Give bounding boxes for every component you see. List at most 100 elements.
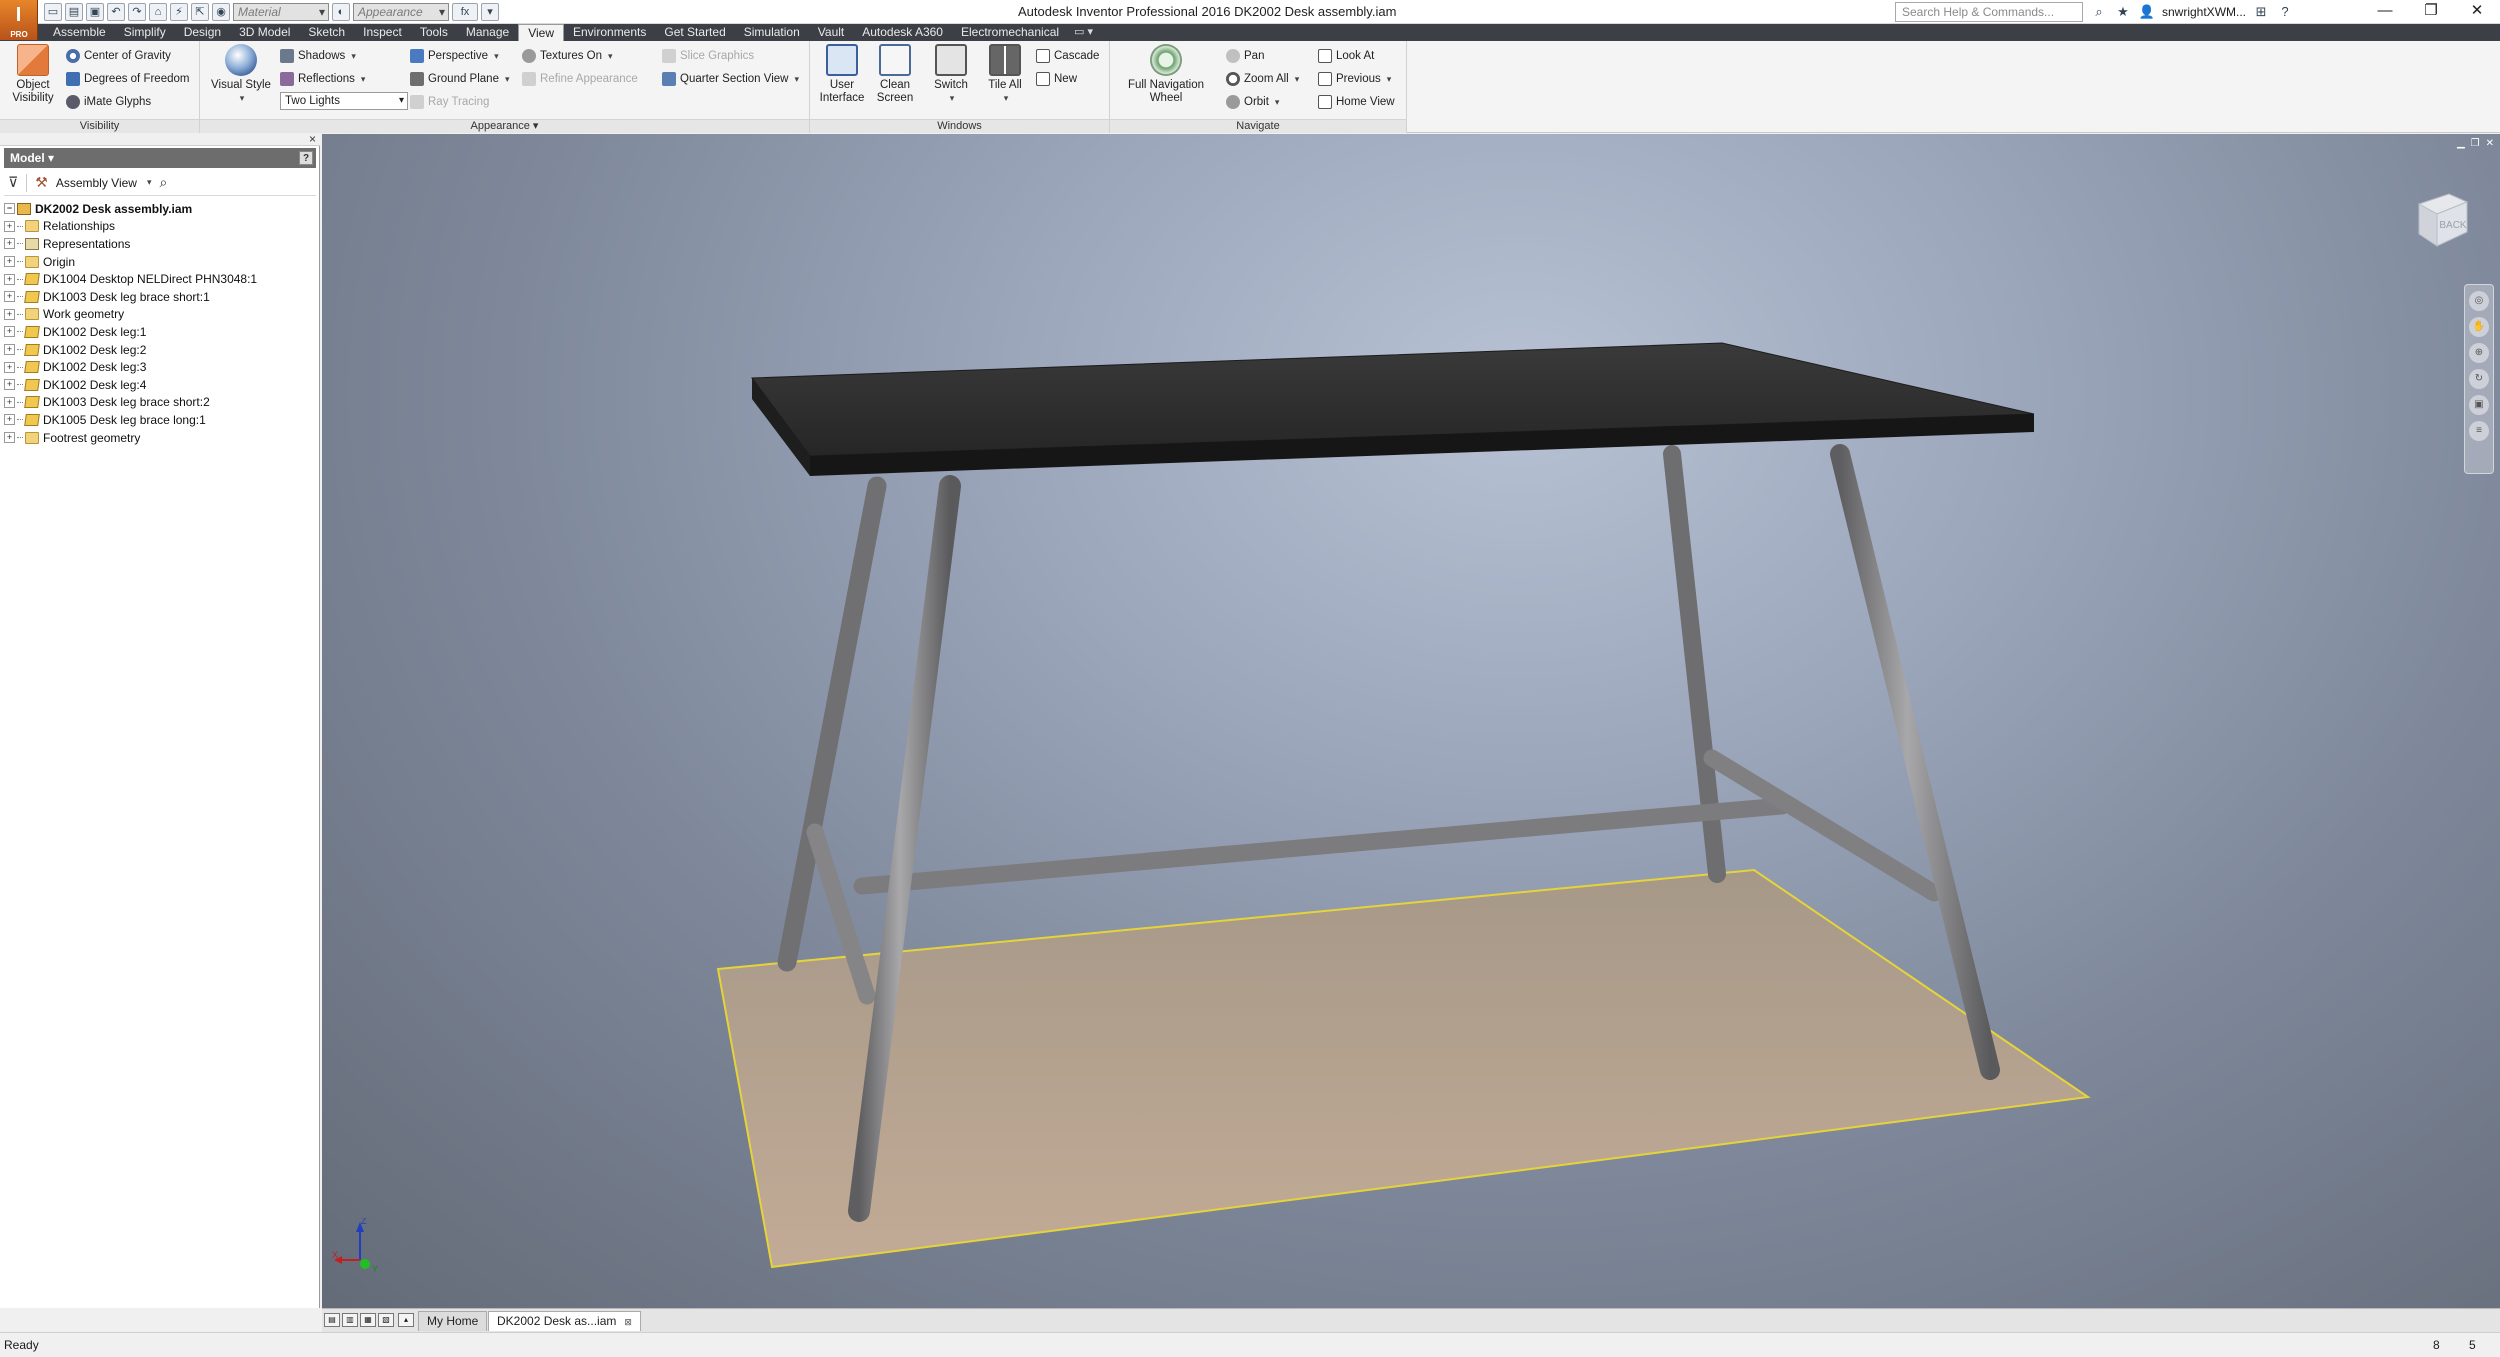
tab-tools[interactable]: Tools — [411, 24, 457, 41]
tree-item[interactable]: + Footrest geometry — [4, 429, 316, 447]
viewport-close-icon[interactable]: ✕ — [2486, 138, 2494, 149]
zoom-nav-icon[interactable]: ⊕ — [2469, 343, 2489, 363]
parameters-button[interactable]: fx — [452, 3, 478, 21]
expand-icon[interactable]: + — [4, 220, 15, 232]
pan-button[interactable]: Pan — [1226, 47, 1264, 65]
slice-graphics-button[interactable]: Slice Graphics — [662, 47, 754, 65]
expand-icon[interactable]: + — [4, 379, 15, 391]
cascade-button[interactable]: Cascade — [1036, 47, 1099, 65]
minimize-button[interactable]: — — [2362, 0, 2408, 24]
tab-view[interactable]: View — [518, 24, 564, 41]
home-icon[interactable]: ⌂ — [149, 3, 167, 21]
assembly-view-dropdown-icon[interactable]: ▾ — [147, 177, 152, 188]
assembly-view-combo[interactable]: Assembly View — [56, 176, 137, 190]
graphics-viewport[interactable]: ▁ ❐ ✕ BACK ◎ ✋ ⊕ ↻ ▣ ≡ Z X Y — [322, 134, 2500, 1308]
viewport-restore-icon[interactable]: ❐ — [2471, 138, 2480, 149]
restore-button[interactable]: ❐ — [2408, 0, 2454, 24]
desk-assembly-scene[interactable] — [322, 134, 2500, 1308]
orbit-button[interactable]: Orbit ▾ — [1226, 93, 1279, 111]
ribbon-display-options[interactable]: ▭ ▾ — [1068, 24, 1099, 41]
ray-tracing-button[interactable]: Ray Tracing — [410, 93, 489, 111]
ground-plane-button[interactable]: Ground Plane ▾ — [410, 70, 510, 88]
document-tab-close-icon[interactable]: ⊠ — [624, 1317, 632, 1327]
refine-appearance-button[interactable]: Refine Appearance — [522, 70, 638, 88]
viewcube[interactable]: BACK — [2409, 188, 2471, 250]
new-window-button[interactable]: New — [1036, 70, 1077, 88]
user-name[interactable]: snwrightXWM... — [2162, 5, 2246, 19]
previous-view-button[interactable]: Previous ▾ — [1318, 70, 1391, 88]
redo-icon[interactable]: ↷ — [128, 3, 146, 21]
viewport-minimize-icon[interactable]: ▁ — [2457, 138, 2465, 149]
zoom-all-button[interactable]: Zoom All ▾ — [1226, 70, 1299, 88]
tab-sketch[interactable]: Sketch — [299, 24, 354, 41]
cascade-windows-icon[interactable]: ▦ — [360, 1313, 376, 1327]
new-file-icon[interactable]: ▭ — [44, 3, 62, 21]
help-icon[interactable]: ? — [2276, 3, 2294, 21]
browser-grip[interactable]: × — [0, 132, 320, 146]
shadows-button[interactable]: Shadows ▾ — [280, 47, 356, 65]
expand-icon[interactable]: + — [4, 432, 15, 444]
expand-icon[interactable]: + — [4, 414, 15, 426]
expand-icon[interactable]: + — [4, 273, 15, 285]
clean-screen-button[interactable]: Clean Screen — [870, 44, 920, 105]
tree-item[interactable]: + DK1003 Desk leg brace short:2 — [4, 394, 316, 412]
tree-item[interactable]: + DK1003 Desk leg brace short:1 — [4, 288, 316, 306]
customize-qat-icon[interactable]: ▾ — [481, 3, 499, 21]
expand-icon[interactable]: + — [4, 361, 15, 373]
tab-autodesk-a360[interactable]: Autodesk A360 — [853, 24, 952, 41]
object-visibility-button[interactable]: Object Visibility — [8, 44, 58, 105]
open-file-icon[interactable]: ▤ — [65, 3, 83, 21]
visual-style-button[interactable]: Visual Style ▾ — [206, 44, 276, 105]
expand-icon[interactable]: + — [4, 326, 15, 338]
tab-design[interactable]: Design — [175, 24, 230, 41]
expand-icon[interactable]: + — [4, 344, 15, 356]
look-at-nav-icon[interactable]: ▣ — [2469, 395, 2489, 415]
material-combo[interactable]: Material — [233, 3, 329, 21]
select-icon[interactable]: ⇱ — [191, 3, 209, 21]
undo-icon[interactable]: ↶ — [107, 3, 125, 21]
find-binoculars-icon[interactable]: ⌕ — [159, 174, 167, 191]
browser-help-button[interactable]: ? — [299, 151, 313, 165]
textures-on-button[interactable]: Textures On ▾ — [522, 47, 613, 65]
star-icon[interactable]: ★ — [2114, 3, 2132, 21]
tab-simplify[interactable]: Simplify — [115, 24, 175, 41]
steering-wheel-icon[interactable]: ◎ — [2469, 291, 2489, 311]
collapse-icon[interactable]: − — [4, 203, 15, 215]
cart-icon[interactable]: ⊞ — [2252, 3, 2270, 21]
quarter-section-view-button[interactable]: Quarter Section View ▾ — [662, 70, 799, 88]
binoculars-icon[interactable]: ⌕ — [2090, 3, 2108, 21]
center-of-gravity-button[interactable]: Center of Gravity — [66, 47, 171, 65]
home-view-button[interactable]: Home View — [1318, 93, 1395, 111]
arrange-windows-icon[interactable]: ▧ — [378, 1313, 394, 1327]
tree-item[interactable]: + DK1004 Desktop NELDirect PHN3048:1 — [4, 270, 316, 288]
close-button[interactable]: ✕ — [2454, 0, 2500, 24]
tab-my-home[interactable]: My Home — [418, 1311, 488, 1331]
tab-menu-icon[interactable]: ▴ — [398, 1313, 414, 1327]
desk-leg-brace-long[interactable] — [853, 797, 1791, 895]
user-interface-button[interactable]: User Interface — [816, 44, 868, 105]
application-menu-button[interactable]: I PRO — [0, 0, 38, 40]
tab-vault[interactable]: Vault — [809, 24, 853, 41]
tab-inspect[interactable]: Inspect — [354, 24, 411, 41]
browser-close-button[interactable]: × — [309, 132, 316, 146]
expand-icon[interactable]: + — [4, 308, 15, 320]
tab-3d-model[interactable]: 3D Model — [230, 24, 299, 41]
expand-icon[interactable]: + — [4, 291, 15, 303]
tree-item[interactable]: + DK1002 Desk leg:1 — [4, 323, 316, 341]
lighting-style-combo[interactable]: Two Lights — [280, 92, 408, 110]
tab-manage[interactable]: Manage — [457, 24, 518, 41]
tree-item[interactable]: + Work geometry — [4, 306, 316, 324]
tree-item[interactable]: + DK1002 Desk leg:2 — [4, 341, 316, 359]
tab-electromechanical[interactable]: Electromechanical — [952, 24, 1068, 41]
tree-item[interactable]: + Origin — [4, 253, 316, 271]
search-input[interactable]: Search Help & Commands... — [1895, 2, 2083, 22]
tile-all-button[interactable]: Tile All ▾ — [980, 44, 1030, 105]
switch-button[interactable]: Switch ▾ — [926, 44, 976, 105]
save-icon[interactable]: ▣ — [86, 3, 104, 21]
tree-item[interactable]: + Representations — [4, 235, 316, 253]
tab-document[interactable]: DK2002 Desk as...iam ⊠ — [488, 1311, 641, 1331]
expand-icon[interactable]: + — [4, 396, 15, 408]
pan-icon[interactable]: ✋ — [2469, 317, 2489, 337]
tile-vertical-icon[interactable]: ▥ — [342, 1313, 358, 1327]
tile-horizontal-icon[interactable]: ▤ — [324, 1313, 340, 1327]
